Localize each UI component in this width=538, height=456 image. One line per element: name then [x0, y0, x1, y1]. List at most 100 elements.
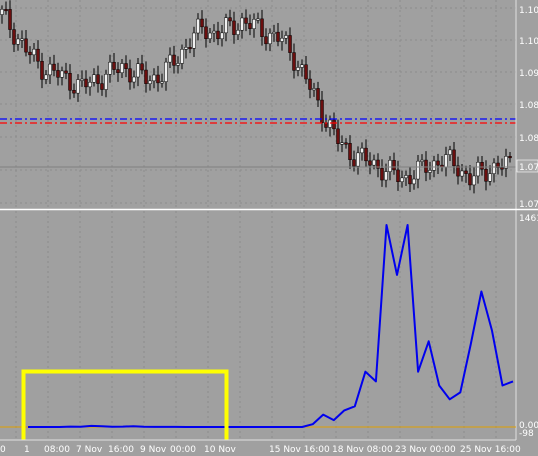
candle-body	[176, 63, 180, 66]
candle-body	[64, 70, 68, 74]
candle-body	[400, 177, 404, 182]
candle-body	[112, 61, 116, 70]
candle-body	[284, 35, 288, 39]
candle-body	[348, 143, 352, 160]
candle-body	[132, 76, 136, 83]
candle-body	[416, 160, 420, 180]
time-axis-label: 23 Nov 00:00	[395, 445, 456, 455]
candle-body	[476, 162, 480, 177]
price-axis-label: 1.08	[519, 134, 538, 144]
candle-body	[468, 173, 472, 186]
candle-body	[260, 18, 264, 37]
candle-body	[392, 160, 396, 171]
candle-body	[228, 17, 232, 22]
candle-body	[448, 149, 452, 155]
candle-body	[108, 61, 112, 75]
candle-body	[420, 159, 424, 162]
candle-body	[380, 168, 384, 181]
candle-body	[432, 160, 436, 171]
candle-body	[412, 178, 416, 185]
candle-body	[212, 30, 216, 34]
time-axis-label: 25 Nov 16:00	[460, 445, 521, 455]
candle-body	[460, 170, 464, 177]
candle-body	[188, 47, 192, 50]
candle-body	[368, 160, 372, 166]
candle-body	[256, 18, 260, 21]
candle-body	[220, 32, 224, 40]
price-axis-label: 1.10	[519, 6, 538, 16]
candle-body	[404, 175, 408, 179]
candle-body	[328, 119, 332, 128]
candle-body	[224, 17, 228, 34]
candle-body	[28, 51, 32, 56]
candle-body	[160, 81, 164, 84]
candle-body	[120, 63, 124, 73]
candle-body	[44, 74, 48, 80]
candle-body	[104, 74, 108, 90]
candle-body	[244, 17, 248, 24]
candle-body	[68, 73, 72, 91]
time-axis-label: 7 Nov	[76, 445, 103, 455]
price-axis-label: 1.08	[519, 101, 538, 111]
candle-body	[216, 30, 220, 40]
candle-body	[92, 74, 96, 83]
candle-body	[12, 29, 16, 45]
candle-body	[88, 81, 92, 88]
candle-body	[344, 142, 348, 145]
candle-body	[140, 63, 144, 71]
price-axis-label: 1.07	[519, 200, 538, 210]
candle-body	[52, 63, 56, 71]
candle-body	[372, 159, 376, 166]
candle-body	[8, 9, 12, 30]
candle-body	[312, 88, 316, 91]
candle-body	[252, 19, 256, 29]
candle-body	[208, 32, 212, 39]
candle-body	[180, 49, 184, 64]
candle-body	[492, 162, 496, 174]
candle-body	[508, 156, 512, 159]
candle-body	[300, 64, 304, 68]
candle-body	[464, 170, 468, 174]
candle-body	[124, 63, 128, 69]
candle-body	[472, 175, 476, 186]
candle-body	[308, 78, 312, 90]
candle-body	[280, 37, 284, 42]
candle-body	[128, 68, 132, 83]
candle-body	[296, 67, 300, 71]
candle-body	[364, 147, 368, 162]
candle-body	[444, 154, 448, 168]
time-axis-label: 9 Nov	[140, 445, 167, 455]
candle-body	[16, 38, 20, 45]
candle-body	[76, 79, 80, 94]
trading-chart[interactable]: 1.10 1.10 1.09 1.08 1.08 1.07 1.07 1461 …	[0, 0, 538, 456]
candle-body	[156, 74, 160, 84]
candle-body	[116, 69, 120, 73]
candle-body	[192, 32, 196, 49]
time-axis-label: 18 Nov 08:00	[332, 445, 393, 455]
time-axis-label: 10 Nov	[204, 445, 237, 455]
candle-body	[72, 89, 76, 94]
candle-body	[500, 167, 504, 170]
candle-body	[480, 162, 484, 170]
candle-body	[424, 159, 428, 173]
candle-body	[272, 31, 276, 34]
candle-body	[36, 48, 40, 62]
candle-body	[136, 63, 140, 78]
candle-body	[408, 175, 412, 185]
candle-body	[360, 147, 364, 154]
candle-body	[288, 35, 292, 53]
candle-body	[144, 69, 148, 84]
candle-body	[168, 54, 172, 63]
candle-body	[388, 160, 392, 172]
candle-body	[172, 54, 176, 66]
candle-body	[148, 80, 152, 84]
candle-body	[356, 152, 360, 167]
candle-body	[84, 78, 88, 88]
price-axis-label: 1.10	[519, 37, 538, 47]
time-axis-label: 1	[24, 445, 30, 455]
candle-body	[100, 83, 104, 90]
candle-body	[436, 160, 440, 166]
candle-body	[240, 17, 244, 31]
candle-body	[196, 18, 200, 34]
candle-body	[184, 47, 188, 50]
